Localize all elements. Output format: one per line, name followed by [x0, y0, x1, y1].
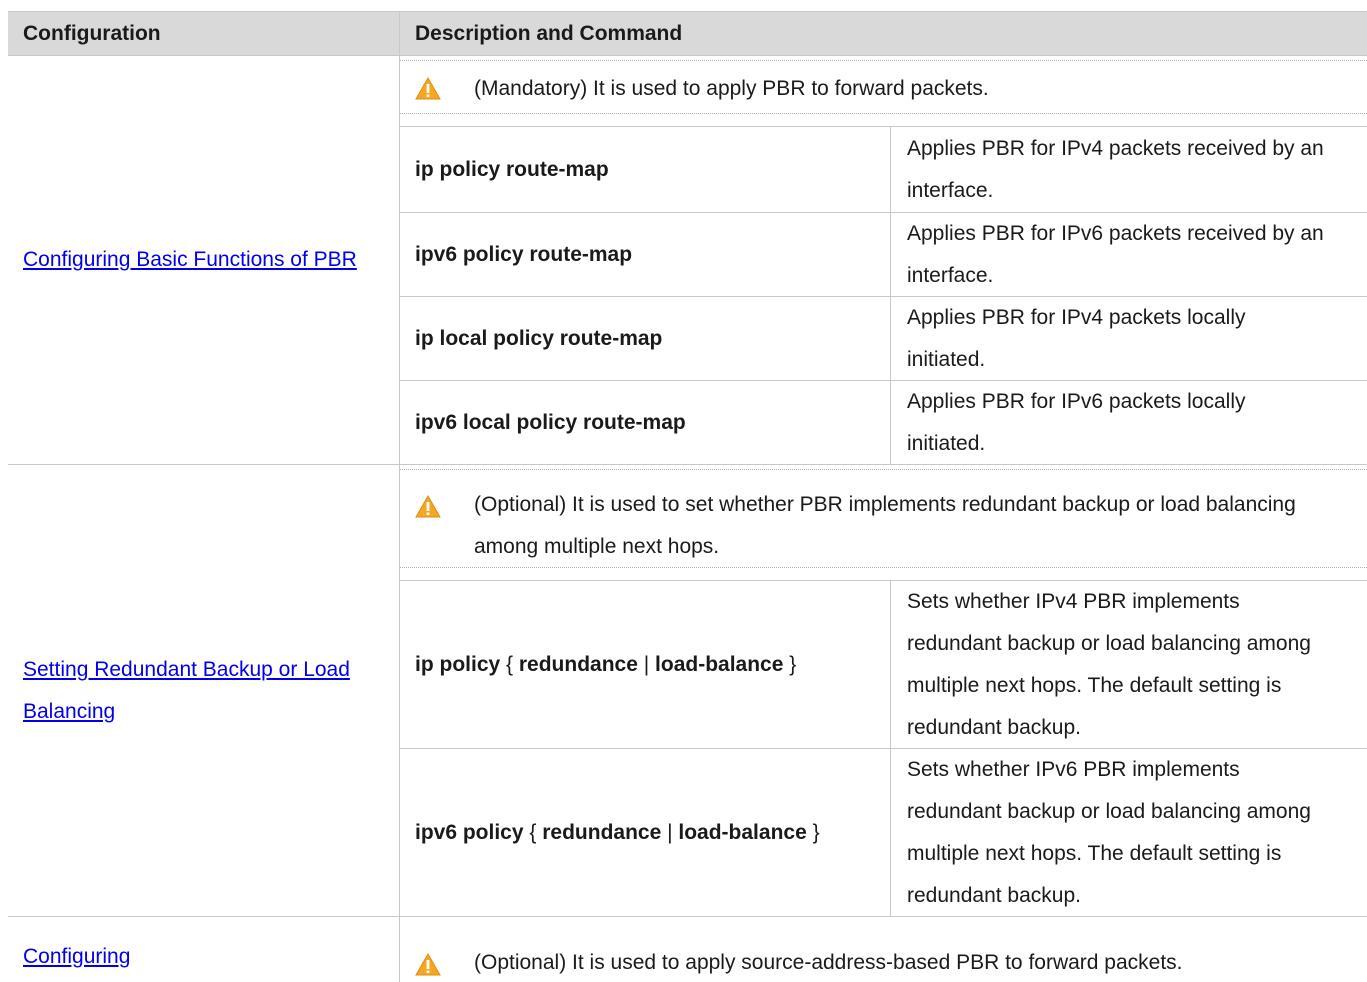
- command-cell: ip local policy route-map: [400, 297, 891, 380]
- command-cell: ipv6 policy { redundance | load-balance …: [400, 749, 891, 916]
- command-row: ipv6 policy route-map Applies PBR for IP…: [400, 213, 1367, 297]
- link-configuring-basic-functions-of-pbr[interactable]: Configuring Basic Functions of PBR: [23, 239, 363, 281]
- command-row: ip local policy route-map Applies PBR fo…: [400, 297, 1367, 381]
- note-row-optional: (Optional) It is used to set whether PBR…: [400, 465, 1367, 581]
- command-cell: ipv6 policy route-map: [400, 213, 891, 296]
- command-row: ipv6 local policy route-map Applies PBR …: [400, 381, 1367, 465]
- command-text: ipv6 local policy route-map: [415, 410, 686, 434]
- command-cell: ip policy { redundance | load-balance }: [400, 581, 891, 748]
- command-row: ip policy { redundance | load-balance } …: [400, 581, 1367, 749]
- note-row-optional-source: (Optional) It is used to apply source-ad…: [400, 917, 1367, 982]
- command-text: ip local policy route-map: [415, 326, 663, 350]
- config-cell-basic-functions: Configuring Basic Functions of PBR: [8, 56, 400, 465]
- description-text: Sets whether IPv4 PBR implements redunda…: [907, 589, 1311, 739]
- config-cell-source-address: Configuring: [8, 917, 400, 982]
- description-cell: Applies PBR for IPv4 packets locally ini…: [907, 297, 1317, 380]
- description-text: Applies PBR for IPv6 packets locally ini…: [907, 389, 1246, 455]
- description-text: Applies PBR for IPv4 packets locally ini…: [907, 305, 1246, 371]
- command-cell: ip policy route-map: [400, 127, 891, 212]
- header-configuration: Configuration: [8, 11, 400, 56]
- command-text: ipv6 policy route-map: [415, 242, 633, 266]
- link-setting-redundant-backup-or-load-balancing[interactable]: Setting Redundant Backup or Load Balanci…: [23, 649, 353, 733]
- config-cell-redundant-backup: Setting Redundant Backup or Load Balanci…: [8, 465, 400, 917]
- description-text: Sets whether IPv6 PBR implements redunda…: [907, 757, 1311, 907]
- description-cell: Applies PBR for IPv6 packets locally ini…: [907, 381, 1317, 464]
- header-description-and-command: Description and Command: [400, 11, 1367, 56]
- command-cell: ipv6 local policy route-map: [400, 381, 891, 464]
- command-row: ipv6 policy { redundance | load-balance …: [400, 749, 1367, 917]
- link-configuring[interactable]: Configuring: [23, 936, 130, 978]
- warning-triangle-icon: [415, 953, 441, 976]
- note-text: (Optional) It is used to apply source-ad…: [474, 951, 1183, 974]
- description-cell: Applies PBR for IPv6 packets received by…: [907, 213, 1357, 296]
- note-text: (Optional) It is used to set whether PBR…: [474, 493, 1296, 558]
- warning-triangle-icon: [415, 77, 441, 100]
- command-row: ip policy route-map Applies PBR for IPv4…: [400, 127, 1367, 213]
- description-cell: Sets whether IPv6 PBR implements redunda…: [907, 749, 1317, 916]
- description-text: Applies PBR for IPv6 packets received by…: [907, 221, 1324, 287]
- description-text: Applies PBR for IPv4 packets received by…: [907, 136, 1324, 202]
- note-row-mandatory: (Mandatory) It is used to apply PBR to f…: [400, 56, 1367, 127]
- command-text: ip policy route-map: [415, 157, 609, 181]
- description-cell: Applies PBR for IPv4 packets received by…: [907, 127, 1357, 212]
- description-cell: Sets whether IPv4 PBR implements redunda…: [907, 581, 1317, 748]
- note-text: (Mandatory) It is used to apply PBR to f…: [474, 77, 989, 100]
- warning-triangle-icon: [415, 495, 441, 518]
- pbr-configuration-table: Configuration Description and Command Co…: [8, 11, 1367, 982]
